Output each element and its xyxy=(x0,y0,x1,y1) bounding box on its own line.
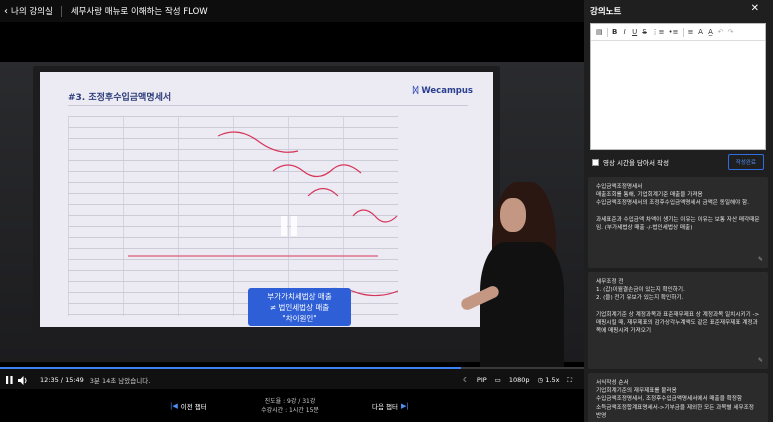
slide-brand-logo: ᛞ Wecampus xyxy=(413,86,473,96)
note-editor: ▤ B I U S ⋮≡ •≡ ≡ A A̲ ↶ ↷ xyxy=(590,23,766,150)
note-text: 서식작성 순서 기업회계기준의 재무제표를 불러옴 수입금액조정명세서, 조정후… xyxy=(596,380,754,419)
course-progress-info: 진도율 : 9강 / 31강 수강시간 : 1시간 15분 xyxy=(240,397,340,415)
title-divider xyxy=(60,5,62,17)
control-row: 12:35 / 15:49 3분 14초 남았습니다. ☾ PIP ▭ 1080… xyxy=(0,371,584,389)
note-text: 세무조정 전 1. (갑)이월결손금이 있는지 확인하기. 2. (을) 전기 … xyxy=(596,279,760,335)
control-row-right: ☾ PIP ▭ 1080p ◷ 1.5x ⛶ xyxy=(463,376,584,385)
note-card: 세무조정 전 1. (갑)이월결손금이 있는지 확인하기. 2. (을) 전기 … xyxy=(588,272,768,369)
brand-mark-icon: ᛞ xyxy=(412,86,419,96)
current-time: 12:35 xyxy=(40,376,59,384)
slide-callout: 부가가치세법상 매출 ≠ 법인세법상 매출 "차이원인" xyxy=(248,288,351,326)
panel-title: 강의노트 xyxy=(590,7,622,17)
next-chapter-label: 다음 챕터 xyxy=(372,403,398,411)
handwritten-annotations xyxy=(128,131,399,297)
time-display: 12:35 / 15:49 xyxy=(40,376,84,384)
study-duration-text: 수강시간 : 1시간 15분 xyxy=(261,407,319,414)
progress-rate-text: 진도율 : 9강 / 31강 xyxy=(264,398,316,405)
toolbar-separator xyxy=(606,27,608,37)
slide-screen: #3. 조정후수입금액명세서 ᛞ Wecampus 부가가치세법상 매출 ≠ 법… xyxy=(40,72,493,327)
video-area[interactable]: #3. 조정후수입금액명세서 ᛞ Wecampus 부가가치세법상 매출 ≠ 법… xyxy=(0,22,584,367)
speed-button[interactable]: ◷ 1.5x xyxy=(538,376,560,384)
note-text-area[interactable] xyxy=(591,41,765,149)
toolbar-separator xyxy=(682,27,684,37)
course-title: 세무사랑 매뉴로 이해하는 작성 FLOW xyxy=(70,7,208,17)
callout-line: "차이원인" xyxy=(282,314,317,323)
source-icon[interactable]: ▤ xyxy=(596,28,603,36)
subtitles-icon[interactable]: ▭ xyxy=(495,376,501,384)
numbered-list-icon[interactable]: ⋮≡ xyxy=(652,28,665,36)
next-chapter-button[interactable]: 다음 챕터 ▶| xyxy=(372,401,409,411)
back-to-my-classroom-button[interactable]: ‹ 나의 강의실 xyxy=(0,0,53,22)
slide-title-underline xyxy=(68,105,468,106)
include-time-checkbox[interactable] xyxy=(592,158,599,166)
progress-bar[interactable] xyxy=(0,367,584,369)
editor-toolbar: ▤ B I U S ⋮≡ •≡ ≡ A A̲ ↶ ↷ xyxy=(591,24,765,41)
undo-icon[interactable]: ↶ xyxy=(718,28,724,36)
lecture-player-page: ‹ 나의 강의실 세무사랑 매뉴로 이해하는 작성 FLOW #3. 조정후수입… xyxy=(0,0,773,422)
speed-icon: ◷ xyxy=(537,376,544,384)
video-frame: #3. 조정후수입금액명세서 ᛞ Wecampus 부가가치세법상 매출 ≠ 법… xyxy=(0,62,584,367)
prev-chapter-button[interactable]: |◀ 이전 챕터 xyxy=(170,401,207,411)
skip-next-icon: ▶| xyxy=(401,402,409,410)
pause-icon xyxy=(5,376,13,384)
strikethrough-button[interactable]: S xyxy=(642,28,648,36)
night-mode-icon[interactable]: ☾ xyxy=(463,376,469,384)
back-label: 나의 강의실 xyxy=(11,7,53,17)
note-text: 수입금액조정명세서 매출조회를 통해, 기업회계기준 매출을 가져옴 수입금액조… xyxy=(596,184,760,232)
pip-button[interactable]: PIP xyxy=(477,376,487,384)
pause-overlay-icon[interactable] xyxy=(281,216,299,236)
total-time: 15:49 xyxy=(65,376,84,384)
notes-list: 수입금액조정명세서 매출조회를 통해, 기업회계기준 매출을 가져옴 수입금액조… xyxy=(588,177,768,422)
callout-line: 부가가치세법상 매출 xyxy=(267,292,332,301)
save-note-button[interactable]: 작성완료 xyxy=(727,154,764,170)
edit-icon[interactable]: ✎ xyxy=(758,357,763,365)
callout-line: ≠ 법인세법상 매출 xyxy=(269,303,330,312)
include-time-label: 영상 시간을 담아서 작성 xyxy=(603,159,669,167)
lecture-notes-panel: 강의노트 ✕ ▤ B I U S ⋮≡ •≡ ≡ A A̲ ↶ ↷ 영상 시간을… xyxy=(584,0,773,422)
volume-icon xyxy=(18,375,27,385)
slide-title: #3. 조정후수입금액명세서 xyxy=(68,93,172,103)
bold-button[interactable]: B xyxy=(612,28,618,36)
lecturer xyxy=(459,182,567,367)
skip-previous-icon: |◀ xyxy=(170,402,178,410)
prev-chapter-label: 이전 챕터 xyxy=(180,403,207,411)
quality-button[interactable]: 1080p xyxy=(509,376,530,384)
align-icon[interactable]: ≡ xyxy=(688,28,694,36)
progress-bar-fill xyxy=(0,367,462,369)
edit-icon[interactable]: ✎ xyxy=(758,256,763,264)
lecturer-body xyxy=(480,242,564,367)
pause-button[interactable] xyxy=(2,373,16,387)
italic-button[interactable]: I xyxy=(622,28,628,36)
tax-form-table xyxy=(68,116,399,316)
highlight-icon[interactable]: A̲ xyxy=(708,28,714,36)
top-bar: ‹ 나의 강의실 세무사랑 매뉴로 이해하는 작성 FLOW xyxy=(0,0,584,22)
note-save-row: 영상 시간을 담아서 작성 작성완료 xyxy=(592,153,764,171)
player-controls: 12:35 / 15:49 3분 14초 남았습니다. ☾ PIP ▭ 1080… xyxy=(0,367,584,389)
remaining-time: 3분 14초 남았습니다. xyxy=(89,377,151,385)
brand-name: Wecampus xyxy=(421,86,473,96)
bullet-list-icon[interactable]: •≡ xyxy=(669,28,679,36)
note-card: 서식작성 순서 기업회계기준의 재무제표를 불러옴 수입금액조정명세서, 조정후… xyxy=(588,373,768,422)
note-card: 수입금액조정명세서 매출조회를 통해, 기업회계기준 매출을 가져옴 수입금액조… xyxy=(588,177,768,268)
chevron-left-icon: ‹ xyxy=(4,5,8,17)
redo-icon[interactable]: ↷ xyxy=(728,28,734,36)
text-color-icon[interactable]: A xyxy=(698,28,704,36)
underline-button[interactable]: U xyxy=(632,28,638,36)
chapter-nav: |◀ 이전 챕터 진도율 : 9강 / 31강 수강시간 : 1시간 15분 다… xyxy=(0,389,584,422)
fullscreen-icon[interactable]: ⛶ xyxy=(567,376,572,385)
lecturer-face xyxy=(500,198,526,232)
speed-label: 1.5x xyxy=(545,376,560,384)
volume-button[interactable] xyxy=(16,373,30,387)
close-icon[interactable]: ✕ xyxy=(751,3,759,14)
